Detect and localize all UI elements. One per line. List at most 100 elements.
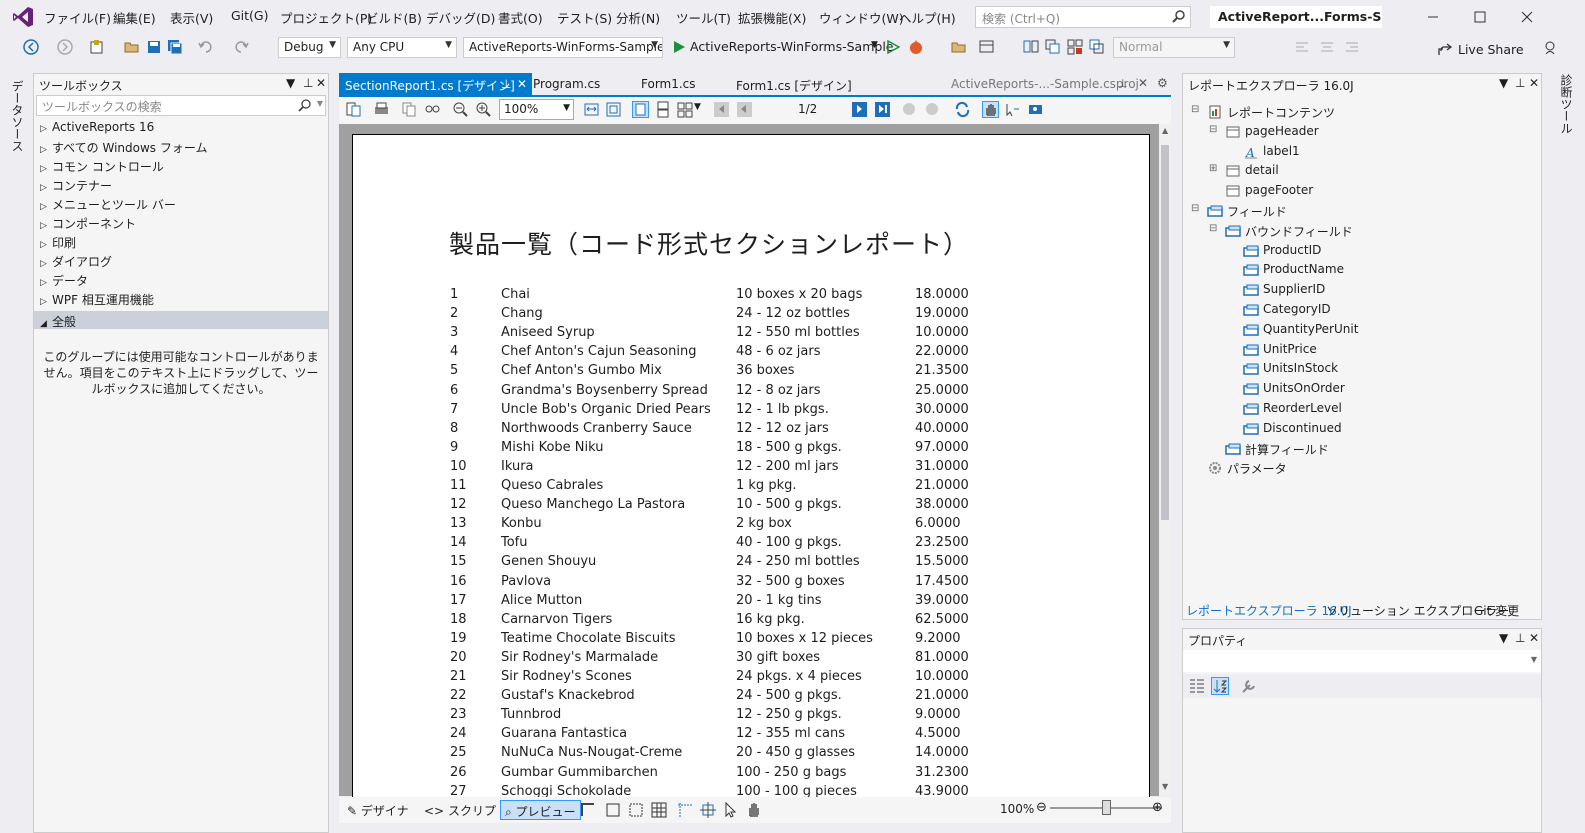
last-page-icon[interactable] [874, 101, 891, 118]
explorer-tab[interactable]: Git 変更 [1470, 600, 1523, 621]
hand-tool-icon[interactable] [745, 801, 763, 819]
save-all-icon[interactable] [166, 38, 184, 56]
new-project-icon[interactable] [88, 38, 106, 56]
window-position-icon[interactable]: ▼ [1499, 631, 1508, 645]
page-number[interactable]: 1/2 [798, 102, 817, 116]
single-page-icon[interactable] [632, 101, 649, 118]
undo-icon[interactable] [197, 38, 215, 56]
history-forward-icon[interactable] [924, 101, 941, 118]
scroll-up-icon[interactable]: ▲ [1162, 126, 1168, 135]
multi-page-icon[interactable] [677, 101, 694, 118]
zoom-out-icon[interactable] [452, 101, 469, 118]
property-pages-icon[interactable] [1240, 677, 1258, 695]
tab-csproj[interactable]: ActiveReports-...-Sample.csproj [945, 73, 1145, 95]
menu-item[interactable]: ファイル(F) [44, 8, 111, 27]
bring-front-icon[interactable] [1044, 38, 1062, 56]
script-tab[interactable]: <> スクリプト [420, 800, 512, 820]
config-combo[interactable]: Debug ▼ [278, 37, 341, 58]
ruler-icon[interactable] [579, 801, 597, 819]
preview-tab[interactable]: ⌕ プレビュー [500, 800, 581, 820]
align-icon[interactable] [1022, 38, 1040, 56]
snap-lines-icon[interactable] [676, 801, 694, 819]
dotted-box-icon[interactable] [627, 801, 645, 819]
close-window-icon[interactable] [1517, 8, 1537, 26]
expander-icon[interactable]: ⊟ [1209, 124, 1217, 135]
pin-icon[interactable]: ⊥ [1515, 631, 1525, 645]
pin-icon[interactable]: ⊥ [1515, 76, 1525, 90]
toolbox-group[interactable]: ▷ コモン コントロール [40, 158, 164, 175]
close-icon[interactable]: ✕ [316, 76, 326, 90]
redo-icon[interactable] [232, 38, 250, 56]
gear-icon[interactable]: ⚙ [1157, 76, 1168, 90]
platform-combo[interactable]: Any CPU ▼ [347, 37, 457, 58]
close-tab-icon[interactable]: ✕ [517, 77, 527, 91]
menu-item[interactable]: 編集(E) [113, 8, 156, 27]
menu-item[interactable]: テスト(S) [557, 8, 612, 27]
toolbox-search-input[interactable]: ツールボックスの検索 ▼ [36, 95, 326, 116]
run-target-button[interactable]: ActiveReports-WinForms-Sample [690, 39, 893, 54]
expander-icon[interactable]: ⊟ [1191, 104, 1199, 115]
fit-width-icon[interactable] [583, 101, 600, 118]
next-page-icon[interactable] [851, 101, 868, 118]
categorized-icon[interactable] [1188, 677, 1206, 695]
document-tab[interactable]: Form1.cs [デザイン] [730, 73, 858, 95]
expander-icon[interactable]: ⊞ [1209, 163, 1217, 174]
toolbox-group[interactable]: ▷ メニューとツール バー [40, 196, 176, 213]
toolbox-group[interactable]: ▷ コンテナー [40, 177, 112, 194]
menu-item[interactable]: ウィンドウ(W) [819, 8, 904, 27]
window-position-icon[interactable]: ▼ [286, 76, 295, 90]
find-icon[interactable] [424, 101, 441, 118]
run-without-debug-icon[interactable] [886, 39, 900, 55]
zoom-in-icon[interactable] [475, 101, 492, 118]
zoom-out-button[interactable]: ⊖ [1036, 800, 1047, 815]
expander-icon[interactable]: ⊟ [1191, 203, 1199, 214]
toolbox-group-general[interactable]: ◢ 全般 [40, 313, 76, 330]
menu-item[interactable]: ビルド(B) [366, 8, 422, 27]
menu-item[interactable]: デバッグ(D) [426, 8, 495, 27]
align-left-icon[interactable] [1293, 38, 1311, 56]
scrollbar-thumb[interactable] [1161, 145, 1169, 520]
zoom-in-button[interactable]: ⊕ [1152, 800, 1163, 815]
close-icon[interactable]: ✕ [1529, 631, 1539, 645]
grid-icon[interactable] [1066, 38, 1084, 56]
pointer-icon[interactable] [722, 801, 740, 819]
history-back-icon[interactable] [901, 101, 918, 118]
toolbox-group-selected[interactable] [34, 311, 328, 329]
designer-tab[interactable]: ✎ デザイナ [343, 800, 413, 820]
toolbox-group[interactable]: ▷ ActiveReports 16 [40, 120, 154, 134]
pin-icon[interactable]: ⊥ [1118, 77, 1128, 90]
table-grid-icon[interactable] [650, 801, 668, 819]
chevron-down-icon[interactable]: ▼ [694, 102, 701, 112]
menu-item[interactable]: 拡張機能(X) [738, 8, 806, 27]
menu-item[interactable]: Git(G) [231, 8, 269, 23]
menu-item[interactable]: 表示(V) [170, 8, 213, 27]
alphabetical-sort-icon[interactable] [1211, 677, 1229, 695]
toolbox-group[interactable]: ▷ コンポーネント [40, 215, 136, 232]
pan-hand-icon[interactable] [982, 101, 999, 118]
select-text-icon[interactable] [1004, 101, 1021, 118]
search-box[interactable]: 検索 (Ctrl+Q) [975, 6, 1191, 28]
window-position-icon[interactable]: ▼ [1499, 76, 1508, 90]
document-tab[interactable]: Program.cs [527, 73, 606, 95]
save-icon[interactable] [145, 38, 163, 56]
continuous-page-icon[interactable] [655, 101, 672, 118]
live-share-icon[interactable] [1437, 41, 1453, 57]
document-tab[interactable]: Form1.cs [635, 73, 702, 95]
chevron-down-icon[interactable]: ▼ [317, 99, 323, 108]
chevron-down-icon[interactable]: ▼ [871, 40, 878, 50]
menu-item[interactable]: ヘルプ(H) [899, 8, 956, 27]
pin-icon[interactable]: ⊥ [501, 77, 511, 91]
hot-reload-icon[interactable] [907, 38, 925, 56]
close-tab-icon[interactable]: ✕ [1138, 76, 1148, 90]
zoom-slider-knob[interactable] [1102, 800, 1111, 815]
live-share-button[interactable]: Live Share [1458, 42, 1524, 57]
snapshot-icon[interactable] [1027, 101, 1044, 118]
previous-page-icon[interactable] [736, 101, 753, 118]
back-icon[interactable] [22, 38, 40, 56]
toc-icon[interactable] [345, 101, 362, 118]
send-back-icon[interactable] [1088, 38, 1106, 56]
close-icon[interactable]: ✕ [1529, 76, 1539, 90]
expander-icon[interactable]: ⊟ [1209, 223, 1217, 234]
open-folder-icon[interactable] [123, 38, 141, 56]
run-icon[interactable] [672, 39, 686, 55]
